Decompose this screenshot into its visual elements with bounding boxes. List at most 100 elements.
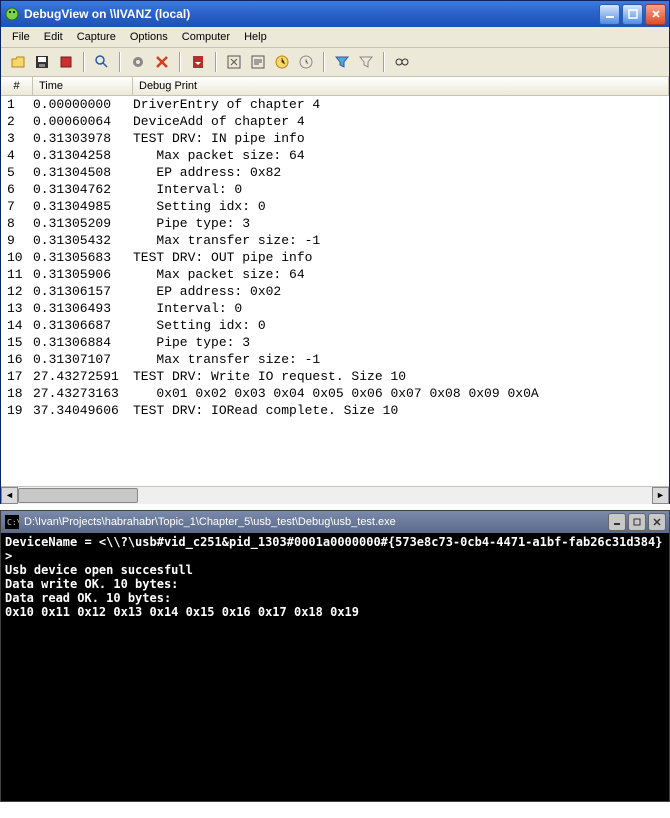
autoscroll-icon[interactable] — [187, 51, 209, 73]
toolbar — [1, 48, 669, 77]
scroll-thumb[interactable] — [18, 488, 138, 503]
timestamp-icon[interactable] — [295, 51, 317, 73]
window-controls — [599, 4, 666, 25]
col-time-header[interactable]: Time — [33, 77, 133, 95]
save-icon[interactable] — [31, 51, 53, 73]
filter-icon[interactable] — [331, 51, 353, 73]
wrap-icon[interactable] — [247, 51, 269, 73]
separator — [119, 52, 121, 72]
row-msg: TEST DRV: OUT pipe info — [133, 249, 665, 266]
row-time: 0.00000000 — [33, 96, 133, 113]
log-list[interactable]: 10.00000000DriverEntry of chapter 420.00… — [1, 96, 669, 486]
row-msg: EP address: 0x82 — [133, 164, 665, 181]
svg-text:C:\: C:\ — [7, 518, 19, 527]
row-num: 4 — [5, 147, 33, 164]
log-row[interactable]: 40.31304258 Max packet size: 64 — [1, 147, 669, 164]
scroll-right-icon[interactable]: ► — [652, 487, 669, 504]
row-msg: Max transfer size: -1 — [133, 351, 665, 368]
log-row[interactable]: 120.31306157 EP address: 0x02 — [1, 283, 669, 300]
row-msg: Pipe type: 3 — [133, 334, 665, 351]
console-output[interactable]: DeviceName = <\\?\usb#vid_c251&pid_1303#… — [1, 533, 669, 801]
clock-icon[interactable] — [271, 51, 293, 73]
search-icon[interactable] — [91, 51, 113, 73]
row-time: 0.31306884 — [33, 334, 133, 351]
row-num: 15 — [5, 334, 33, 351]
col-num-header[interactable]: # — [1, 77, 33, 95]
row-time: 37.34049606 — [33, 402, 133, 419]
row-msg: EP address: 0x02 — [133, 283, 665, 300]
row-msg: Pipe type: 3 — [133, 215, 665, 232]
find-icon[interactable] — [391, 51, 413, 73]
maximize-button[interactable] — [622, 4, 643, 25]
console-titlebar[interactable]: C:\ D:\Ivan\Projects\habrahabr\Topic_1\C… — [1, 511, 669, 533]
row-num: 2 — [5, 113, 33, 130]
titlebar[interactable]: DebugView on \\IVANZ (local) — [1, 1, 669, 27]
row-num: 6 — [5, 181, 33, 198]
log-row[interactable]: 1827.43273163 0x01 0x02 0x03 0x04 0x05 0… — [1, 385, 669, 402]
capture-icon[interactable] — [55, 51, 77, 73]
log-row[interactable]: 70.31304985 Setting idx: 0 — [1, 198, 669, 215]
row-time: 27.43272591 — [33, 368, 133, 385]
row-num: 12 — [5, 283, 33, 300]
log-row[interactable]: 100.31305683TEST DRV: OUT pipe info — [1, 249, 669, 266]
separator — [383, 52, 385, 72]
row-time: 0.31305209 — [33, 215, 133, 232]
minimize-button[interactable] — [599, 4, 620, 25]
row-msg: 0x01 0x02 0x03 0x04 0x05 0x06 0x07 0x08 … — [133, 385, 665, 402]
col-msg-header[interactable]: Debug Print — [133, 77, 669, 95]
menu-capture[interactable]: Capture — [70, 29, 123, 45]
log-row[interactable]: 80.31305209 Pipe type: 3 — [1, 215, 669, 232]
row-time: 0.31304258 — [33, 147, 133, 164]
row-num: 8 — [5, 215, 33, 232]
separator — [215, 52, 217, 72]
row-num: 14 — [5, 317, 33, 334]
log-row[interactable]: 90.31305432 Max transfer size: -1 — [1, 232, 669, 249]
row-msg: DeviceAdd of chapter 4 — [133, 113, 665, 130]
row-time: 0.31305432 — [33, 232, 133, 249]
menu-computer[interactable]: Computer — [175, 29, 237, 45]
row-num: 9 — [5, 232, 33, 249]
maximize-button[interactable] — [628, 513, 646, 531]
menu-help[interactable]: Help — [237, 29, 274, 45]
minimize-button[interactable] — [608, 513, 626, 531]
menu-options[interactable]: Options — [123, 29, 175, 45]
log-row[interactable]: 20.00060064DeviceAdd of chapter 4 — [1, 113, 669, 130]
clear-icon[interactable] — [151, 51, 173, 73]
log-row[interactable]: 50.31304508 EP address: 0x82 — [1, 164, 669, 181]
row-time: 0.00060064 — [33, 113, 133, 130]
cmd-icon: C:\ — [4, 514, 20, 530]
log-row[interactable]: 140.31306687 Setting idx: 0 — [1, 317, 669, 334]
row-msg: Max transfer size: -1 — [133, 232, 665, 249]
log-row[interactable]: 150.31306884 Pipe type: 3 — [1, 334, 669, 351]
close-button[interactable] — [645, 4, 666, 25]
log-row[interactable]: 110.31305906 Max packet size: 64 — [1, 266, 669, 283]
close-button[interactable] — [648, 513, 666, 531]
highlight-icon[interactable] — [355, 51, 377, 73]
log-row[interactable]: 160.31307107 Max transfer size: -1 — [1, 351, 669, 368]
h-scrollbar[interactable]: ◄ ► — [1, 486, 669, 503]
row-num: 19 — [5, 402, 33, 419]
row-time: 0.31304762 — [33, 181, 133, 198]
clear-display-icon[interactable] — [223, 51, 245, 73]
log-row[interactable]: 30.31303978TEST DRV: IN pipe info — [1, 130, 669, 147]
log-row[interactable]: 10.00000000DriverEntry of chapter 4 — [1, 96, 669, 113]
scroll-left-icon[interactable]: ◄ — [1, 487, 18, 504]
log-row[interactable]: 130.31306493 Interval: 0 — [1, 300, 669, 317]
row-msg: Setting idx: 0 — [133, 198, 665, 215]
separator — [83, 52, 85, 72]
row-time: 0.31307107 — [33, 351, 133, 368]
row-time: 0.31305906 — [33, 266, 133, 283]
scroll-track[interactable] — [18, 487, 652, 504]
row-time: 0.31304985 — [33, 198, 133, 215]
menu-edit[interactable]: Edit — [37, 29, 70, 45]
row-msg: DriverEntry of chapter 4 — [133, 96, 665, 113]
open-icon[interactable] — [7, 51, 29, 73]
menu-file[interactable]: File — [5, 29, 37, 45]
gear-icon[interactable] — [127, 51, 149, 73]
log-row[interactable]: 60.31304762 Interval: 0 — [1, 181, 669, 198]
row-time: 27.43273163 — [33, 385, 133, 402]
console-controls — [608, 513, 666, 531]
log-row[interactable]: 1937.34049606TEST DRV: IORead complete. … — [1, 402, 669, 419]
row-msg: Max packet size: 64 — [133, 147, 665, 164]
log-row[interactable]: 1727.43272591TEST DRV: Write IO request.… — [1, 368, 669, 385]
